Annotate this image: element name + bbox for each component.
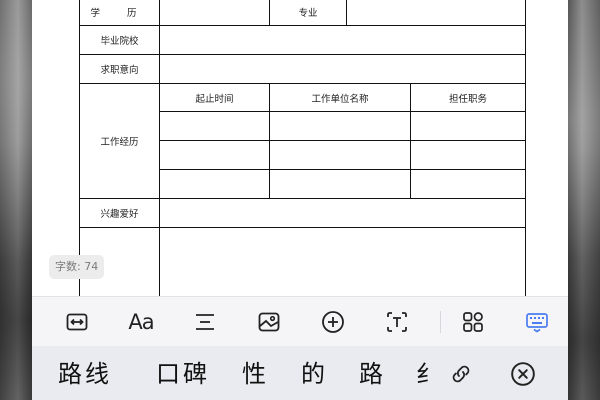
editor-toolbar: Aa — [32, 296, 568, 346]
add-circle-icon — [322, 311, 344, 333]
candidate-word[interactable]: 路 — [359, 360, 383, 388]
major-label: 专业 — [269, 0, 347, 26]
hobby-label: 兴趣爱好 — [79, 198, 160, 228]
char-count-badge: 字数: 74 — [49, 255, 105, 279]
school-cell[interactable] — [159, 25, 526, 55]
apps-grid-icon — [463, 312, 483, 332]
link-button[interactable] — [446, 359, 476, 389]
work-history-label: 工作经历 — [79, 83, 160, 199]
candidate-word[interactable]: 路线 — [58, 360, 112, 388]
intent-cell[interactable] — [159, 54, 526, 84]
work-cell[interactable] — [159, 111, 270, 141]
work-column-period: 起止时间 — [159, 83, 270, 112]
insert-button[interactable] — [317, 306, 349, 338]
text-box-icon — [387, 312, 407, 332]
work-cell[interactable] — [159, 169, 270, 199]
work-cell[interactable] — [159, 140, 270, 170]
work-cell[interactable] — [269, 169, 411, 199]
toolbar-divider — [440, 311, 441, 333]
candidate-word[interactable]: 口碑 — [156, 360, 210, 388]
table-row: 工作经历 起止时间 工作单位名称 担任职务 — [79, 83, 526, 199]
ime-candidate-bar: 路线 口碑 性 的 路 纟 — [32, 346, 568, 400]
phone-screen: 学 历 专业 毕业院校 求职意向 工作经历 起止时间 工作单位名称 担任职务 兴… — [32, 0, 568, 400]
text-format-icon: Aa — [128, 310, 154, 334]
work-cell[interactable] — [269, 140, 411, 170]
keyboard-icon — [526, 313, 548, 333]
paragraph-align-icon — [196, 314, 214, 330]
major-cell[interactable] — [346, 0, 526, 26]
close-circle-icon — [511, 362, 535, 386]
insert-image-button[interactable] — [253, 306, 285, 338]
table-row: 学 历 专业 — [79, 0, 526, 26]
image-icon — [258, 312, 280, 332]
keyboard-button[interactable] — [521, 306, 553, 338]
close-candidates-button[interactable] — [508, 359, 538, 389]
hobby-cell[interactable] — [159, 198, 526, 228]
candidate-word[interactable]: 的 — [301, 360, 325, 388]
intent-label: 求职意向 — [79, 54, 160, 84]
text-format-button[interactable]: Aa — [125, 306, 157, 338]
expand-horizontal-icon — [66, 313, 88, 331]
expand-horizontal-button[interactable] — [61, 306, 93, 338]
work-cell[interactable] — [410, 169, 526, 199]
table-row: 毕业院校 — [79, 25, 526, 55]
paragraph-align-button[interactable] — [189, 306, 221, 338]
work-cell[interactable] — [410, 140, 526, 170]
table-row: 兴趣爱好 — [79, 198, 526, 228]
work-cell[interactable] — [269, 111, 411, 141]
apps-button[interactable] — [457, 306, 489, 338]
school-label: 毕业院校 — [79, 25, 160, 55]
candidate-word[interactable]: 性 — [242, 360, 266, 388]
resume-form-table: 学 历 专业 毕业院校 求职意向 工作经历 起止时间 工作单位名称 担任职务 兴… — [79, 0, 526, 308]
education-cell[interactable] — [159, 0, 270, 26]
link-icon — [452, 365, 470, 383]
table-row: 求职意向 — [79, 54, 526, 84]
work-column-position: 担任职务 — [410, 83, 526, 112]
work-column-employer: 工作单位名称 — [269, 83, 411, 112]
text-box-button[interactable] — [381, 306, 413, 338]
education-label: 学 历 — [79, 0, 160, 26]
work-cell[interactable] — [410, 111, 526, 141]
